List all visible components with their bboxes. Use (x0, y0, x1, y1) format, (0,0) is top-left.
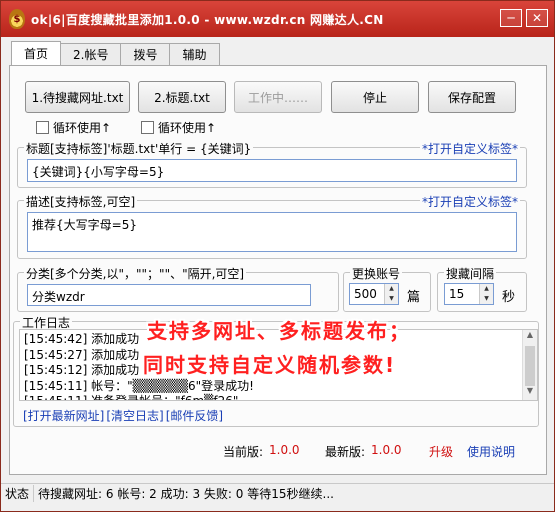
promo-text-line2: 同时支持自定义随机参数! (143, 353, 397, 377)
latest-version-label: 最新版: (325, 445, 366, 459)
up-arrow-icon[interactable]: ▲ (480, 284, 493, 294)
log-links: [打开最新网址] [清空日志] [邮件反馈] (23, 407, 223, 424)
status-bar: 状态 待搜藏网址: 6 帐号: 2 成功: 3 失败: 0 等待15秒继续... (1, 483, 554, 503)
url-file-button[interactable]: 1.待搜藏网址.txt (25, 81, 130, 113)
switch-account-stepper[interactable]: 500 ▲ ▼ (349, 283, 399, 305)
interval-unit: 秒 (502, 290, 516, 305)
tab-assist[interactable]: 辅助 (169, 43, 220, 65)
tab-strip: 首页 2.帐号 拨号 辅助 (11, 41, 220, 65)
title-group-legend: 标题[支持标签]'标题.txt'单行 = {关键词} (24, 140, 254, 157)
app-icon: $ (9, 9, 25, 29)
loop-title-checkbox[interactable]: 循环使用↑ (141, 119, 216, 136)
status-text: 待搜藏网址: 6 帐号: 2 成功: 3 失败: 0 等待15秒继续... (38, 487, 334, 501)
latest-version-value: 1.0.0 (371, 443, 402, 457)
save-config-button[interactable]: 保存配置 (428, 81, 516, 113)
working-button[interactable]: 工作中…… (234, 81, 322, 113)
down-arrow-icon[interactable]: ▼ (480, 294, 493, 304)
category-input[interactable]: 分类wzdr (27, 284, 311, 306)
close-button[interactable]: ✕ (526, 9, 548, 27)
upgrade-link[interactable]: 升级 (429, 443, 453, 460)
app-window: $ ok|6|百度搜藏批里添加1.0.0 - www.wzdr.cn 网赚达人.… (0, 0, 555, 512)
description-group-legend: 描述[支持标签,可空] (24, 193, 138, 210)
interval-stepper[interactable]: 15 ▲ ▼ (444, 283, 494, 305)
clear-log-link[interactable]: [清空日志] (106, 407, 163, 424)
description-input[interactable]: 推荐{大写字母=5} (27, 212, 517, 252)
help-link[interactable]: 使用说明 (467, 443, 515, 460)
category-group-legend: 分类[多个分类,以"，""；""、"隔开,可空] (24, 265, 247, 282)
promo-text-line1: 支持多网址、多标题发布； (147, 319, 411, 343)
minimize-button[interactable]: ─ (500, 9, 522, 27)
switch-account-legend: 更换账号 (350, 265, 403, 282)
loop-title-label: 循环使用↑ (158, 121, 217, 135)
email-feedback-link[interactable]: [邮件反馈] (166, 407, 223, 424)
interval-legend: 搜藏间隔 (444, 265, 497, 282)
title-bar: $ ok|6|百度搜藏批里添加1.0.0 - www.wzdr.cn 网赚达人.… (1, 1, 554, 37)
stepper-arrows[interactable]: ▲ ▼ (479, 284, 493, 304)
switch-account-unit: 篇 (407, 290, 421, 305)
log-line: [15:45:11] 准备登录帐号："f6m▒f26" (24, 394, 239, 401)
log-scrollbar[interactable]: ▲ ▼ (522, 330, 537, 400)
current-version-value: 1.0.0 (269, 443, 300, 457)
checkbox-box[interactable] (36, 121, 49, 134)
tab-home[interactable]: 首页 (11, 41, 62, 65)
loop-url-checkbox[interactable]: 循环使用↑ (36, 119, 111, 136)
down-arrow-icon[interactable]: ▼ (385, 294, 398, 304)
open-latest-url-link[interactable]: [打开最新网址] (23, 407, 104, 424)
window-controls: ─ ✕ (500, 9, 548, 27)
description-custom-tag-link[interactable]: *打开自定义标签* (419, 193, 520, 210)
scroll-up-icon[interactable]: ▲ (523, 330, 537, 344)
window-title: ok|6|百度搜藏批里添加1.0.0 - www.wzdr.cn 网赚达人.CN (31, 12, 384, 27)
current-version-label: 当前版: (223, 445, 264, 459)
switch-account-value: 500 (354, 287, 377, 301)
interval-value: 15 (449, 287, 465, 301)
scroll-thumb[interactable] (525, 346, 535, 386)
loop-url-label: 循环使用↑ (53, 121, 112, 135)
log-line: [15:45:11] 帐号："▒▒▒▒▒▒6"登录成功! (24, 378, 254, 393)
title-custom-tag-link[interactable]: *打开自定义标签* (419, 140, 520, 157)
tab-accounts[interactable]: 2.帐号 (60, 43, 122, 65)
checkbox-box[interactable] (141, 121, 154, 134)
stop-button[interactable]: 停止 (331, 81, 419, 113)
up-arrow-icon[interactable]: ▲ (385, 284, 398, 294)
title-input[interactable]: {关键词}{小写字母=5} (27, 159, 517, 182)
scroll-down-icon[interactable]: ▼ (523, 386, 537, 400)
stepper-arrows[interactable]: ▲ ▼ (384, 284, 398, 304)
status-label: 状态 (1, 485, 35, 502)
tab-dialup[interactable]: 拨号 (120, 43, 171, 65)
title-file-button[interactable]: 2.标题.txt (138, 81, 226, 113)
